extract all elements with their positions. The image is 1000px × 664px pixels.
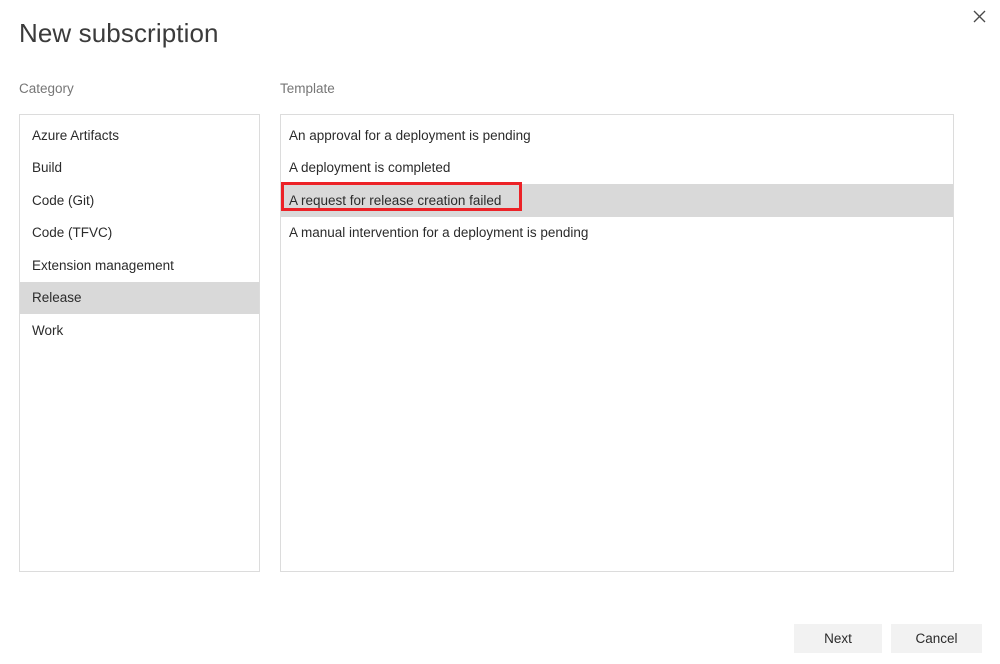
close-icon	[973, 10, 986, 23]
next-button[interactable]: Next	[794, 624, 882, 653]
category-list-item-label: Extension management	[32, 258, 174, 273]
category-list-item-label: Code (TFVC)	[32, 225, 112, 240]
category-list-item-3[interactable]: Code (TFVC)	[20, 217, 259, 250]
template-list-item-3[interactable]: A manual intervention for a deployment i…	[281, 217, 953, 250]
category-column-label: Category	[19, 80, 74, 98]
template-list-item-1[interactable]: A deployment is completed	[281, 152, 953, 185]
category-list-panel: Azure Artifacts Build Code (Git) Code (TFVC…	[19, 114, 260, 572]
category-list-item-0[interactable]: Azure Artifacts	[20, 119, 259, 152]
template-list-panel: An approval for a deployment is pending A…	[280, 114, 954, 572]
category-list-item-label: Build	[32, 160, 62, 175]
template-list-item-2[interactable]: A request for release creation failed	[281, 184, 953, 217]
template-list-item-label: An approval for a deployment is pending	[289, 128, 531, 143]
cancel-button[interactable]: Cancel	[891, 624, 982, 653]
template-list-item-label: A request for release creation failed	[289, 193, 501, 208]
template-column-label: Template	[280, 80, 335, 98]
template-list-item-label: A manual intervention for a deployment i…	[289, 225, 588, 240]
template-list: An approval for a deployment is pending A…	[281, 115, 953, 249]
category-list-item-5[interactable]: Release	[20, 282, 259, 315]
category-list-item-1[interactable]: Build	[20, 152, 259, 185]
close-dialog-button[interactable]	[964, 2, 994, 30]
dialog-footer: Next Cancel	[0, 624, 1000, 654]
template-list-item-label: A deployment is completed	[289, 160, 450, 175]
category-list-item-4[interactable]: Extension management	[20, 249, 259, 282]
template-list-item-0[interactable]: An approval for a deployment is pending	[281, 119, 953, 152]
category-list-item-label: Work	[32, 323, 63, 338]
category-list-item-6[interactable]: Work	[20, 314, 259, 347]
category-list-item-label: Release	[32, 290, 82, 305]
page-title: New subscription	[19, 16, 219, 50]
category-list-item-label: Code (Git)	[32, 193, 94, 208]
category-list-item-2[interactable]: Code (Git)	[20, 184, 259, 217]
category-list-item-label: Azure Artifacts	[32, 128, 119, 143]
category-list: Azure Artifacts Build Code (Git) Code (TFVC…	[20, 115, 259, 347]
